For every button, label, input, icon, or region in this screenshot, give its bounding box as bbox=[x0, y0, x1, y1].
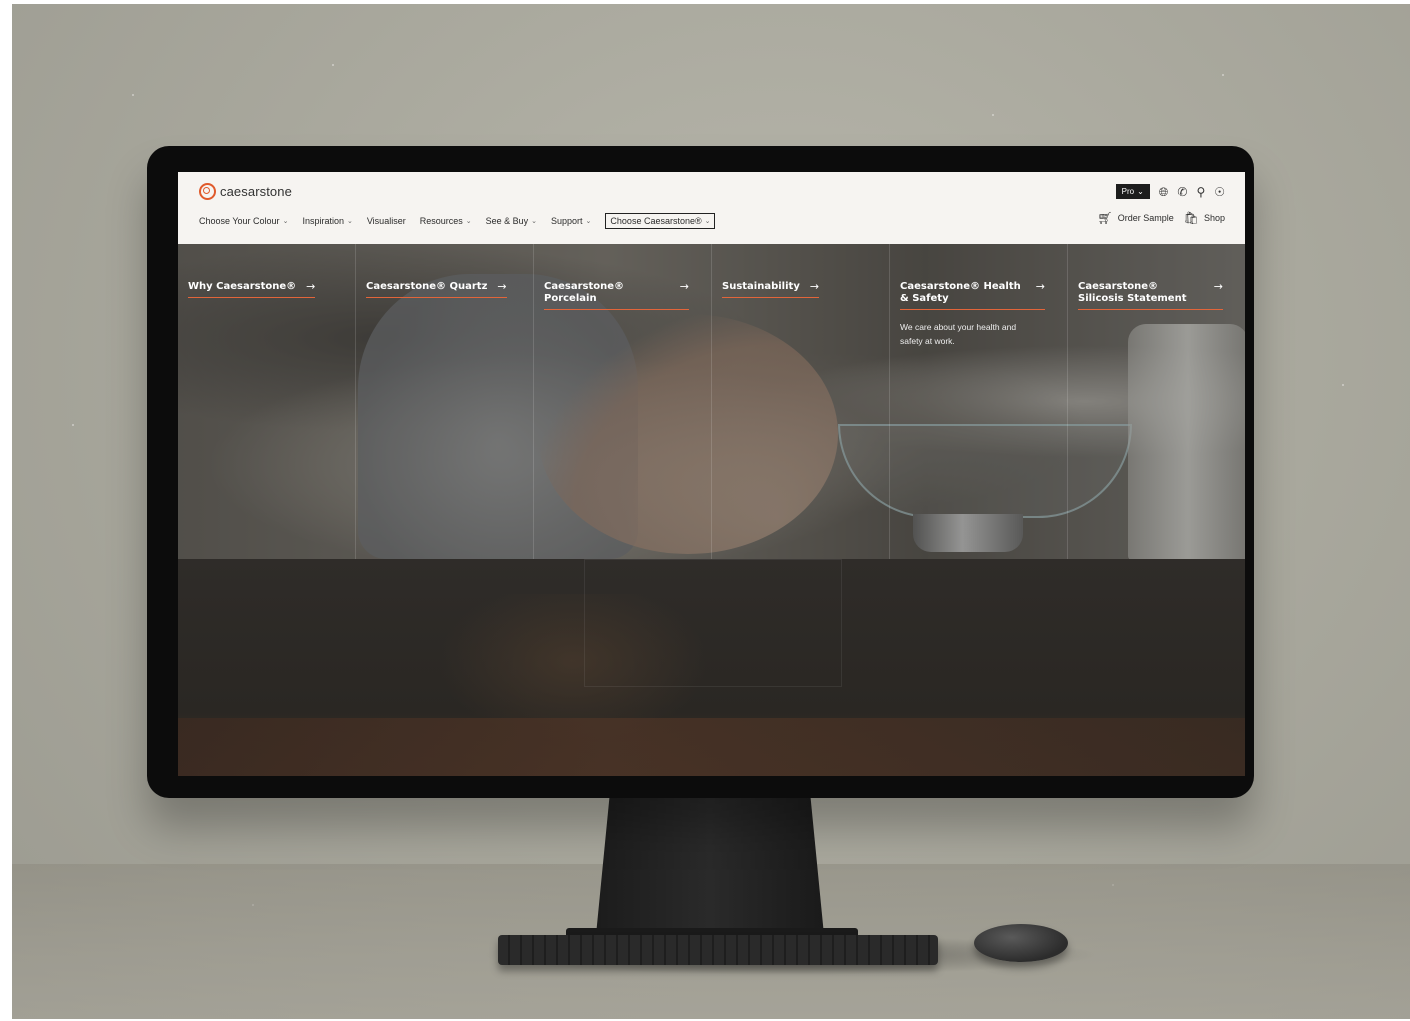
menu-column-health-safety: Caesarstone® Health & Safety → We care a… bbox=[890, 244, 1068, 559]
chevron-down-icon: ⌄ bbox=[282, 218, 289, 225]
keyboard bbox=[498, 935, 938, 965]
shop-label: Shop bbox=[1203, 213, 1225, 223]
nav-label: Visualiser bbox=[366, 216, 406, 226]
lower-footer-strip bbox=[178, 718, 1245, 776]
chevron-down-icon: ⌄ bbox=[531, 218, 538, 225]
nav-label: See & Buy bbox=[485, 216, 529, 226]
menu-link-label: Sustainability bbox=[722, 281, 800, 292]
menu-link-label: Caesarstone® Silicosis Statement bbox=[1078, 281, 1187, 304]
mouse bbox=[974, 924, 1068, 962]
nav-label: Choose Your Colour bbox=[199, 216, 280, 226]
monitor-stand bbox=[596, 795, 824, 935]
utility-bar: Pro ⌄ 🌐︎ ✆ ⚲ ☉ bbox=[1115, 184, 1225, 199]
arrow-right-icon: → bbox=[809, 280, 820, 293]
nav-resources[interactable]: Resources ⌄ bbox=[420, 216, 472, 226]
globe-icon[interactable]: 🌐︎ bbox=[1159, 186, 1169, 198]
nav-label: Resources bbox=[419, 216, 463, 226]
menu-link-label: Caesarstone® Porcelain bbox=[544, 281, 625, 304]
nav-label: Inspiration bbox=[302, 216, 344, 226]
menu-link-why-caesarstone[interactable]: Why Caesarstone® → bbox=[188, 280, 316, 298]
nav-label: Support bbox=[551, 216, 583, 226]
lower-card-outline bbox=[584, 559, 842, 687]
menu-link-sustainability[interactable]: Sustainability → bbox=[722, 280, 820, 298]
nav-label: Choose Caesarstone® bbox=[610, 216, 702, 226]
mega-menu: Why Caesarstone® → Caesarstone® Quartz →… bbox=[178, 244, 1245, 559]
site-logo[interactable]: caesarstone bbox=[199, 183, 292, 200]
menu-link-quartz[interactable]: Caesarstone® Quartz → bbox=[366, 281, 507, 298]
monitor-screen: caesarstone Pro ⌄ 🌐︎ ✆ ⚲ ☉ Choose Your C… bbox=[178, 172, 1245, 776]
arrow-right-icon: → bbox=[1035, 280, 1045, 293]
cart-icon: 🛒︎ bbox=[1097, 211, 1113, 225]
nav-choose-caesarstone[interactable]: Choose Caesarstone® ⌄ bbox=[605, 213, 716, 229]
menu-link-label: Why Caesarstone® bbox=[188, 281, 297, 292]
accessibility-icon[interactable]: ☉ bbox=[1214, 186, 1225, 198]
search-icon[interactable]: ⚲ bbox=[1196, 186, 1205, 198]
chevron-down-icon: ⌄ bbox=[585, 218, 592, 225]
phone-icon[interactable]: ✆ bbox=[1177, 186, 1187, 198]
chevron-down-icon: ⌄ bbox=[1137, 187, 1144, 196]
pro-dropdown-button[interactable]: Pro ⌄ bbox=[1115, 184, 1150, 199]
arrow-right-icon: → bbox=[679, 280, 689, 293]
menu-link-porcelain[interactable]: Caesarstone® Porcelain → bbox=[544, 281, 689, 310]
pro-label: Pro bbox=[1121, 187, 1135, 196]
menu-link-label: Caesarstone® Health & Safety bbox=[900, 281, 1021, 304]
site-header: caesarstone Pro ⌄ 🌐︎ ✆ ⚲ ☉ Choose Your C… bbox=[178, 172, 1245, 245]
nav-inspiration[interactable]: Inspiration ⌄ bbox=[302, 216, 352, 226]
menu-column-why: Why Caesarstone® → bbox=[178, 244, 356, 559]
logo-mark-icon bbox=[199, 183, 216, 200]
nav-see-and-buy[interactable]: See & Buy ⌄ bbox=[486, 216, 537, 226]
shopping-bag-icon: 🛍︎ bbox=[1183, 211, 1199, 225]
chevron-down-icon: ⌄ bbox=[346, 218, 353, 225]
menu-column-silicosis: Caesarstone® Silicosis Statement → bbox=[1068, 244, 1245, 559]
order-sample-label: Order Sample bbox=[1117, 213, 1174, 223]
menu-description: We care about your health and safety at … bbox=[900, 322, 1017, 346]
menu-column-porcelain: Caesarstone® Porcelain → bbox=[534, 244, 712, 559]
shop-link[interactable]: 🛍︎ Shop bbox=[1184, 212, 1225, 224]
menu-column-quartz: Caesarstone® Quartz → bbox=[356, 244, 534, 559]
nav-support[interactable]: Support ⌄ bbox=[551, 216, 591, 226]
menu-link-label: Caesarstone® Quartz bbox=[366, 281, 488, 292]
commerce-links: 🛒︎ Order Sample 🛍︎ Shop bbox=[1097, 212, 1225, 224]
main-nav: Choose Your Colour ⌄ Inspiration ⌄ Visua… bbox=[199, 213, 716, 229]
chevron-down-icon: ⌄ bbox=[704, 218, 711, 225]
menu-link-silicosis-statement[interactable]: Caesarstone® Silicosis Statement → bbox=[1078, 281, 1223, 310]
arrow-right-icon: → bbox=[306, 280, 316, 293]
nav-choose-your-colour[interactable]: Choose Your Colour ⌄ bbox=[199, 216, 288, 226]
arrow-right-icon: → bbox=[497, 280, 507, 293]
menu-column-sustainability: Sustainability → bbox=[712, 244, 890, 559]
lower-content-section bbox=[178, 559, 1245, 776]
logo-text: caesarstone bbox=[220, 184, 292, 199]
order-sample-link[interactable]: 🛒︎ Order Sample bbox=[1097, 212, 1173, 224]
nav-visualiser[interactable]: Visualiser bbox=[367, 216, 406, 226]
menu-link-health-safety[interactable]: Caesarstone® Health & Safety → bbox=[900, 281, 1045, 310]
arrow-right-icon: → bbox=[1213, 280, 1223, 293]
chevron-down-icon: ⌄ bbox=[465, 218, 472, 225]
